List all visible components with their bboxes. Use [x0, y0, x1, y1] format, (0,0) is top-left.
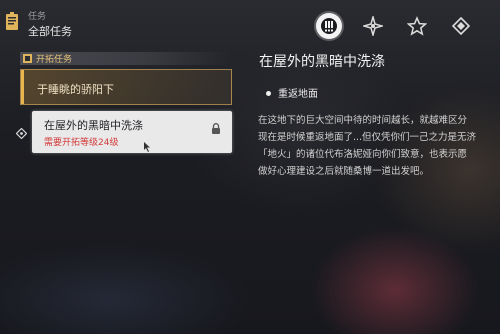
description-line: 在这地下的巨大空间中待的时间越长，就越难区分 [258, 115, 468, 126]
description-line: 现在是时候重返地面了...但仅凭你们一己之力是无济 [258, 132, 477, 143]
tab-companion[interactable] [404, 13, 430, 39]
exclamation-icon [321, 18, 337, 34]
selected-marker-icon [15, 124, 28, 140]
quest-item[interactable]: 于睡眺的骄阳下 [20, 69, 232, 105]
category-label: 开拓任务 [36, 55, 73, 65]
quest-requirement: 需要开拓等级24级 [44, 138, 119, 148]
star-icon [407, 16, 427, 36]
page-title: 全部任务 [28, 25, 72, 38]
compass-star-icon [363, 16, 383, 36]
category-header: 开拓任务 [20, 52, 230, 65]
diamond-icon [451, 16, 471, 36]
tab-trailblaze[interactable] [360, 13, 386, 39]
quest-title: 在屋外的黑暗中洗涤 [44, 119, 143, 132]
quest-accent-bar [21, 70, 24, 104]
quest-title: 于睡眺的骄阳下 [37, 83, 114, 96]
quest-detail-title: 在屋外的黑暗中洗涤 [259, 54, 385, 70]
mouse-cursor-icon [144, 137, 152, 152]
lock-icon [211, 119, 221, 134]
quest-objective: 重返地面 [278, 89, 318, 100]
quest-item-selected[interactable]: 在屋外的黑暗中洗涤 需要开拓等级24级 [32, 111, 232, 153]
quest-book-icon [5, 12, 19, 32]
breadcrumb-section: 任务 [28, 12, 47, 22]
tab-adventure[interactable] [448, 13, 474, 39]
objective-bullet-icon [266, 91, 271, 96]
tab-main-quests[interactable] [316, 13, 342, 39]
quest-description: 在这地下的巨大空间中待的时间越长，就越难区分 现在是时候重返地面了...但仅凭你… [258, 112, 500, 180]
description-line: 「地火」的诸位代布洛妮娅向你们致意，也表示愿 [258, 149, 468, 160]
category-icon [23, 54, 32, 63]
description-line: 做好心理建设之后就随桑博一道出发吧。 [258, 166, 430, 177]
